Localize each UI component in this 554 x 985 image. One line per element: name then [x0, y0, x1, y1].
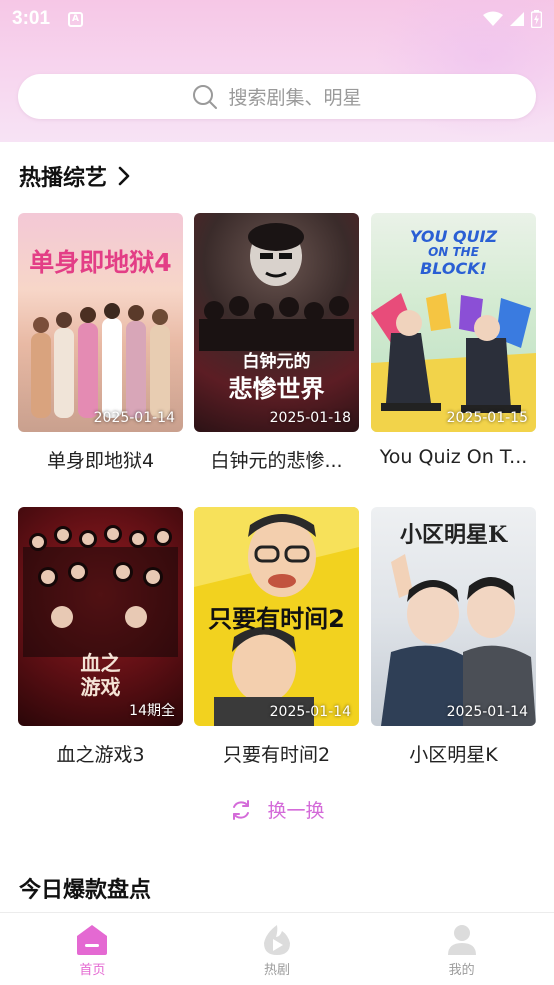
- card-title: You Quiz On T...: [379, 446, 528, 468]
- poster-image[interactable]: 单身即地狱4 2025-01-14: [18, 213, 183, 432]
- nav-label: 首页: [79, 962, 106, 978]
- poster-badge: 2025-01-14: [93, 410, 175, 426]
- show-card[interactable]: 只要有时间2 2025-01-14 只要有时间2: [194, 507, 359, 767]
- cast-illustration: [371, 293, 536, 432]
- poster-image[interactable]: 只要有时间2 2025-01-14: [194, 507, 359, 726]
- poster-title-text: ON THE: [428, 245, 479, 259]
- refresh-button[interactable]: 换一换: [0, 796, 554, 823]
- nav-label: 热剧: [264, 962, 291, 978]
- nav-item-mine[interactable]: 我的: [369, 913, 554, 985]
- play-icon: [264, 924, 290, 955]
- poster-title-text: 悲惨世界: [228, 375, 325, 403]
- wifi-icon: [483, 11, 503, 26]
- crowd-illustration: [199, 296, 354, 351]
- notification-icon: A: [68, 11, 84, 27]
- stars-illustration: [381, 554, 536, 726]
- search-icon: [193, 84, 218, 109]
- poster-image[interactable]: 小区明星K 2025-01-14: [371, 507, 536, 726]
- poster-title-text: YOU QUIZ: [409, 227, 498, 246]
- poster-badge: 2025-01-14: [446, 704, 528, 720]
- signal-icon: [510, 12, 524, 26]
- nav-item-hot-drama[interactable]: 热剧: [185, 913, 370, 985]
- poster-badge: 2025-01-14: [269, 704, 351, 720]
- show-card[interactable]: YOU QUIZ ON THE BLOCK! 2025-01-15 You Qu…: [371, 213, 536, 468]
- poster-badge: 2025-01-18: [269, 410, 351, 426]
- main-content: 热播综艺 单身即地狱4 2025-01-14 单身即地狱4 白钟元的 悲惨世界 …: [0, 142, 554, 912]
- section-title: 热播综艺: [19, 166, 108, 191]
- search-placeholder: 搜索剧集、明星: [228, 87, 362, 109]
- poster-title-text: 游戏: [80, 675, 121, 699]
- card-title: 血之游戏3: [56, 744, 145, 766]
- card-title: 白钟元的悲惨...: [210, 450, 343, 472]
- poster-badge: 14期全: [129, 703, 175, 719]
- contestants-illustration: [23, 525, 178, 657]
- status-indicators: [483, 10, 542, 28]
- refresh-icon: [233, 799, 250, 820]
- chevron-right-icon: [118, 166, 130, 186]
- battery-icon: [531, 10, 542, 28]
- poster-title-text: 小区明星K: [399, 522, 508, 548]
- poster-title-text: 只要有时间2: [208, 605, 345, 633]
- host-portrait-illustration: [248, 223, 304, 286]
- poster-badge: 2025-01-15: [446, 410, 528, 426]
- hot-variety-header[interactable]: 热播综艺: [19, 160, 131, 192]
- section-title: 今日爆款盘点: [19, 878, 152, 903]
- status-time: 3:01: [12, 8, 51, 29]
- show-card[interactable]: 白钟元的 悲惨世界 2025-01-18 白钟元的悲惨...: [194, 213, 359, 473]
- nav-label: 我的: [448, 962, 475, 978]
- poster-image[interactable]: 血之 游戏 14期全: [18, 507, 183, 726]
- poster-image[interactable]: 白钟元的 悲惨世界 2025-01-18: [194, 213, 359, 432]
- show-card[interactable]: 血之 游戏 14期全 血之游戏3: [18, 507, 183, 767]
- status-bar: 3:01 A: [0, 0, 554, 38]
- show-card[interactable]: 小区明星K 2025-01-14 小区明星K: [371, 507, 536, 767]
- bottom-nav: 首页 热剧 我的: [0, 912, 554, 985]
- user-icon: [447, 924, 476, 955]
- home-icon: [77, 924, 108, 955]
- poster-image[interactable]: YOU QUIZ ON THE BLOCK! 2025-01-15: [371, 213, 536, 432]
- cast-figures-illustration: [31, 303, 170, 418]
- nav-item-home[interactable]: 首页: [0, 913, 185, 985]
- card-title: 小区明星K: [409, 744, 498, 766]
- show-card[interactable]: 单身即地狱4 2025-01-14 单身即地狱4: [18, 213, 183, 473]
- poster-title-text: 单身即地狱4: [29, 248, 172, 277]
- card-title: 单身即地狱4: [46, 450, 155, 472]
- card-title: 只要有时间2: [222, 744, 331, 766]
- search-input[interactable]: 搜索剧集、明星: [18, 74, 536, 119]
- refresh-label: 换一换: [267, 800, 325, 822]
